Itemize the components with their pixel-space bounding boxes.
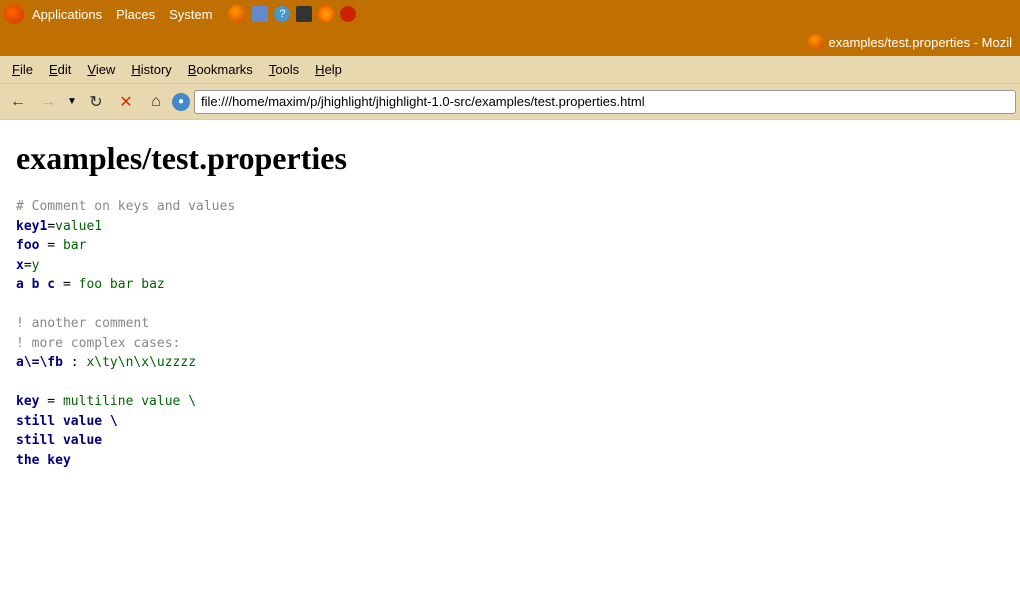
menu-bar: File Edit View History Bookmarks Tools H… xyxy=(0,56,1020,84)
page-content: examples/test.properties # Comment on ke… xyxy=(0,120,1020,490)
comment-text: # Comment on keys and values xyxy=(16,199,235,214)
back-button[interactable]: ← xyxy=(4,88,32,116)
reload-button[interactable]: ↻ xyxy=(82,88,110,116)
line-thekey: the key xyxy=(16,451,1004,471)
value-text: bar xyxy=(63,238,86,253)
line-comment3: ! more complex cases: xyxy=(16,334,1004,354)
red-icon xyxy=(340,6,356,22)
address-bar-container: ● xyxy=(172,90,1016,114)
comment-text: ! another comment xyxy=(16,316,149,331)
ubuntu-icon xyxy=(4,4,24,24)
history-dropdown[interactable]: ▼ xyxy=(64,88,80,116)
title-firefox-icon xyxy=(808,34,824,50)
firefox-icon xyxy=(228,5,246,23)
line-key1: key1=value1 xyxy=(16,217,1004,237)
line-abc: a b c = foo bar baz xyxy=(16,275,1004,295)
line-foo: foo = bar xyxy=(16,236,1004,256)
menu-file[interactable]: File xyxy=(4,59,41,80)
menu-bookmarks[interactable]: Bookmarks xyxy=(180,59,261,80)
menu-history[interactable]: History xyxy=(123,59,179,80)
value-text: y xyxy=(32,258,40,273)
key-name: the key xyxy=(16,453,71,468)
code-block: # Comment on keys and values key1=value1… xyxy=(16,197,1004,470)
continuation-text: still value \ xyxy=(16,414,118,429)
title-bar: examples/test.properties - Mozil xyxy=(0,28,1020,56)
envelope-icon xyxy=(252,6,268,22)
forward-button[interactable]: → xyxy=(34,88,62,116)
key-name: a b c xyxy=(16,277,55,292)
window-title: examples/test.properties - Mozil xyxy=(828,35,1012,50)
stop-button[interactable]: ✕ xyxy=(112,88,140,116)
line-comment2: ! another comment xyxy=(16,314,1004,334)
key-name: key1 xyxy=(16,219,47,234)
applications-menu[interactable]: Applications xyxy=(26,5,108,24)
key-name: a\=\fb xyxy=(16,355,63,370)
address-input[interactable] xyxy=(194,90,1016,114)
line-comment1: # Comment on keys and values xyxy=(16,197,1004,217)
nav-bar: ← → ▼ ↻ ✕ ⌂ ● xyxy=(0,84,1020,120)
terminal-icon xyxy=(296,6,312,22)
comment-text: ! more complex cases: xyxy=(16,336,180,351)
line-blank1 xyxy=(16,295,1004,315)
key-name: foo xyxy=(16,238,39,253)
menu-edit[interactable]: Edit xyxy=(41,59,79,80)
line-cont1: still value \ xyxy=(16,412,1004,432)
line-multiline: key = multiline value \ xyxy=(16,392,1004,412)
line-complex: a\=\fb : x\ty\n\x\uzzzz xyxy=(16,353,1004,373)
value-text: foo bar baz xyxy=(79,277,165,292)
address-security-icon: ● xyxy=(172,93,190,111)
value-text: x\ty\n\x\uzzzz xyxy=(86,355,196,370)
line-blank2 xyxy=(16,373,1004,393)
line-x: x=y xyxy=(16,256,1004,276)
continuation-text: still value xyxy=(16,433,102,448)
key-name: key xyxy=(16,394,39,409)
menu-tools[interactable]: Tools xyxy=(261,59,307,80)
system-bar: Applications Places System ? xyxy=(0,0,1020,28)
menu-help[interactable]: Help xyxy=(307,59,350,80)
value-text: multiline value \ xyxy=(63,394,196,409)
value-text: value1 xyxy=(55,219,102,234)
gecko-icon xyxy=(318,6,334,22)
home-button[interactable]: ⌂ xyxy=(142,88,170,116)
places-menu[interactable]: Places xyxy=(110,5,161,24)
system-menu[interactable]: System xyxy=(163,5,218,24)
page-title: examples/test.properties xyxy=(16,140,1004,177)
line-cont2: still value xyxy=(16,431,1004,451)
help-icon: ? xyxy=(274,6,290,22)
key-name: x xyxy=(16,258,24,273)
menu-view[interactable]: View xyxy=(79,59,123,80)
